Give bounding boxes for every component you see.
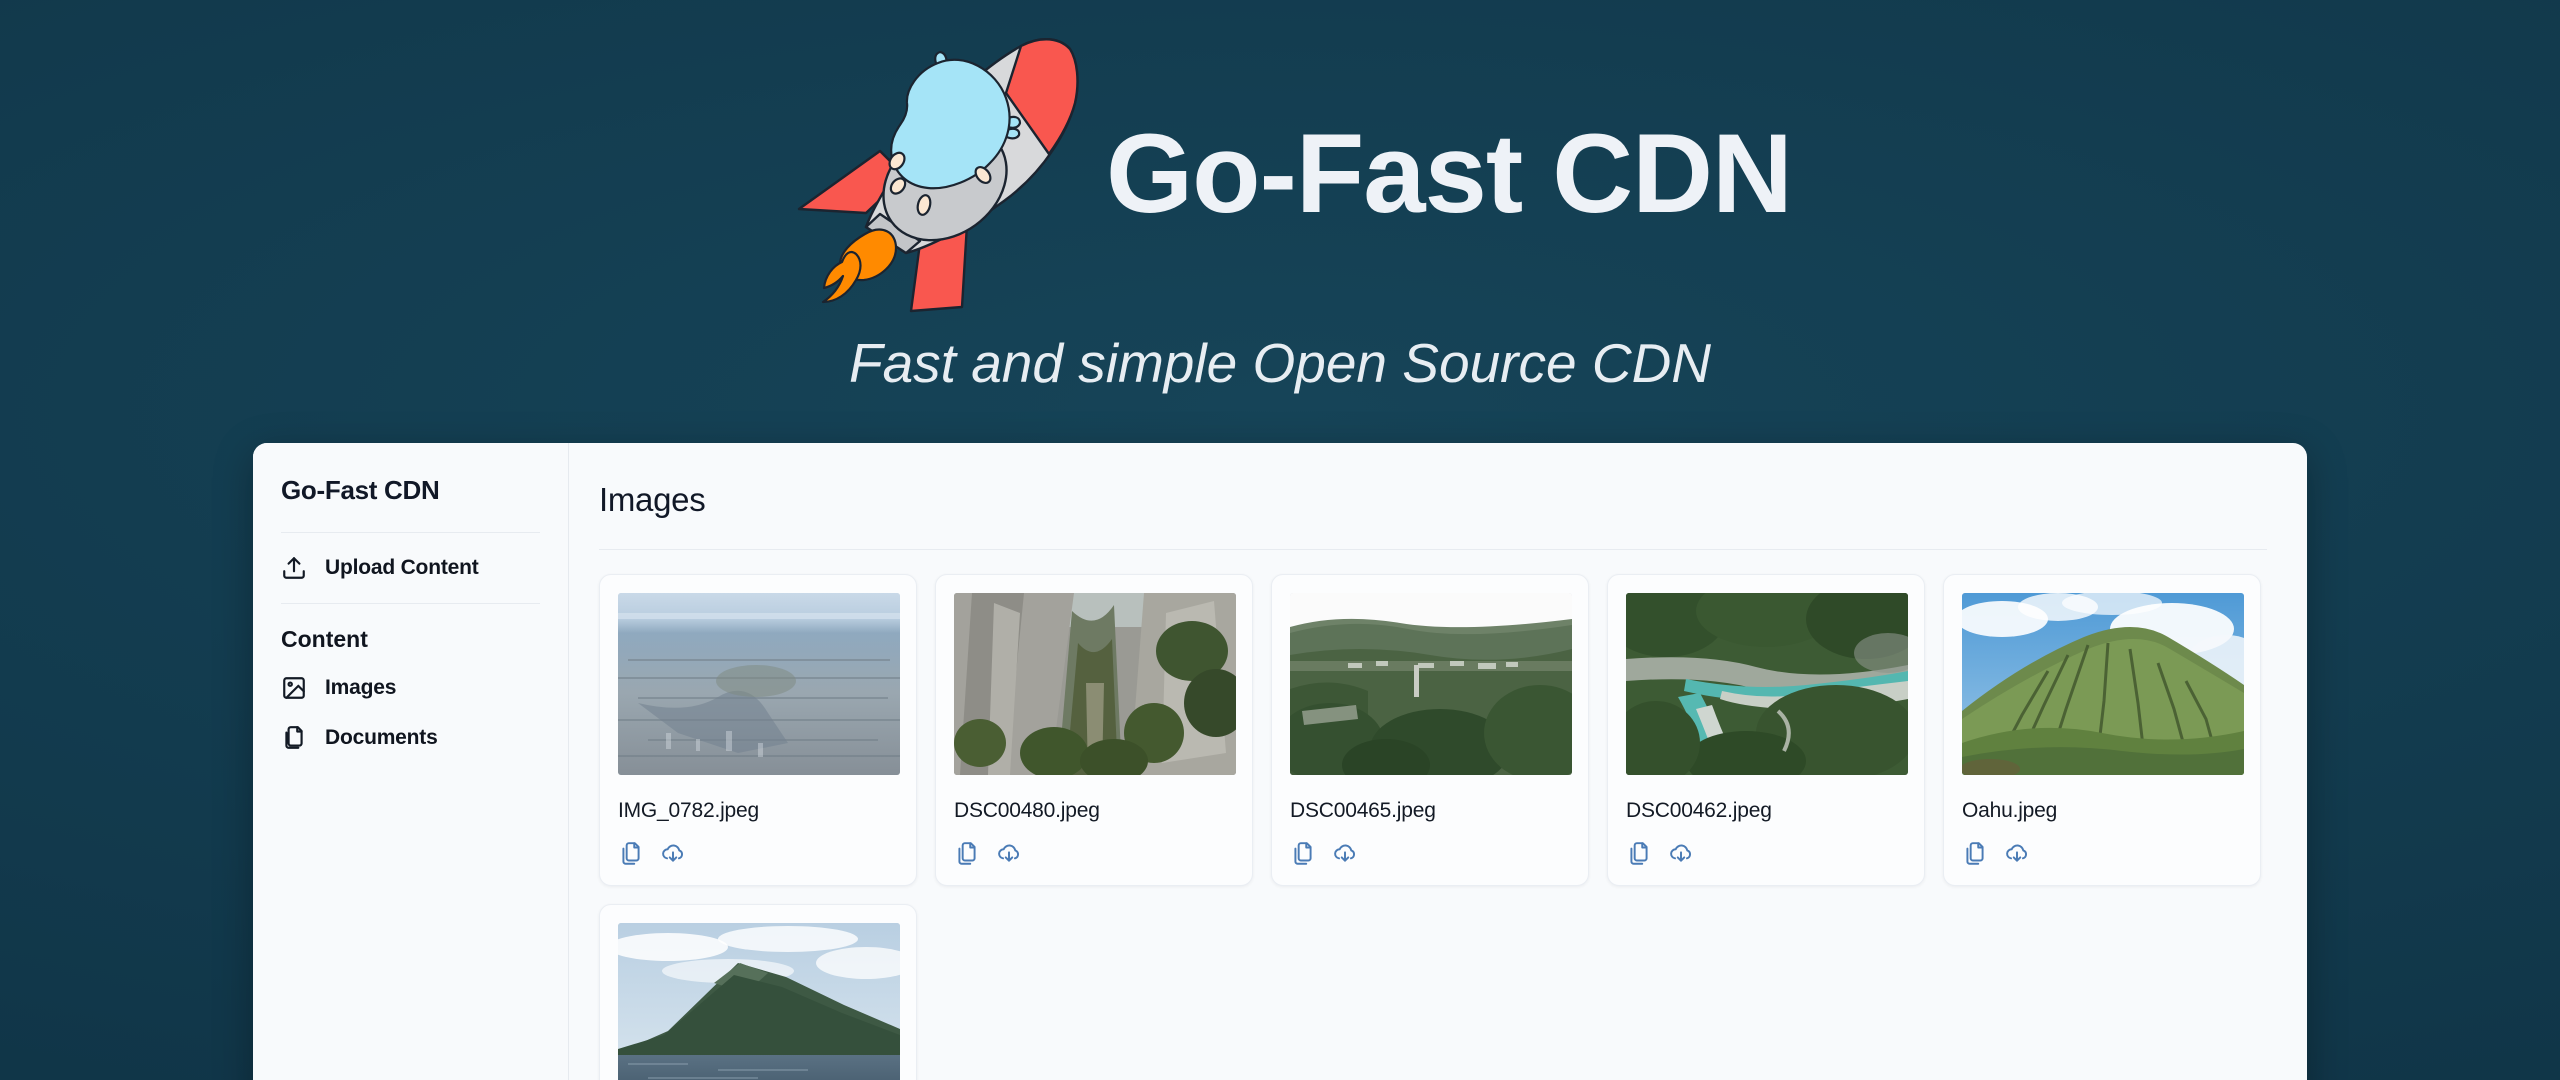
cloud-download-icon[interactable] (1332, 841, 1358, 867)
main-content: Images IMG_0782.jpeg DSC00480.jpeg DSC00… (569, 443, 2307, 1080)
image-grid: IMG_0782.jpeg DSC00480.jpeg DSC00465.jpe… (599, 550, 2267, 1080)
sidebar-brand: Go-Fast CDN (281, 443, 540, 533)
thumbnail-green-hills (1290, 593, 1572, 775)
cloud-download-icon[interactable] (996, 841, 1022, 867)
image-card[interactable]: DSC00465.jpeg (1271, 574, 1589, 886)
image-icon (281, 675, 307, 701)
sidebar-item-images-label: Images (325, 676, 397, 699)
copy-icon[interactable] (618, 841, 644, 867)
sidebar-item-images[interactable]: Images (281, 663, 540, 713)
cloud-download-icon[interactable] (660, 841, 686, 867)
image-filename: Oahu.jpeg (1962, 799, 2058, 822)
card-actions (1962, 841, 2242, 867)
image-card[interactable]: DSC00462.jpeg (1607, 574, 1925, 886)
brand-subtitle: Fast and simple Open Source CDN (848, 332, 1712, 394)
thumbnail-turquoise-river (1626, 593, 1908, 775)
copy-icon[interactable] (1290, 841, 1316, 867)
thumbnail-green-volcano (1962, 593, 2244, 775)
sidebar-item-documents[interactable]: Documents (281, 713, 540, 763)
brand-title: Go-Fast CDN (1106, 111, 1793, 236)
thumbnail-limestone-gorge (954, 593, 1236, 775)
card-actions (1626, 841, 1906, 867)
image-filename: DSC00462.jpeg (1626, 799, 1772, 822)
hero-section: Go-Fast CDN Fast and simple Open Source … (0, 0, 2560, 391)
cloud-download-icon[interactable] (2004, 841, 2030, 867)
documents-icon (281, 725, 307, 751)
card-actions (954, 841, 1234, 867)
sidebar-item-upload-content[interactable]: Upload Content (281, 533, 540, 604)
sidebar-item-documents-label: Documents (325, 726, 438, 749)
copy-icon[interactable] (954, 841, 980, 867)
cloud-download-icon[interactable] (1668, 841, 1694, 867)
copy-icon[interactable] (1626, 841, 1652, 867)
page-title: Images (599, 443, 2267, 550)
app-panel: Go-Fast CDN Upload Content Content Image… (253, 443, 2307, 1080)
image-filename: IMG_0782.jpeg (618, 799, 759, 822)
card-actions (618, 841, 898, 867)
rocket-icon (768, 8, 1088, 328)
image-filename: DSC00465.jpeg (1290, 799, 1436, 822)
image-card[interactable]: Oahu.jpeg (1943, 574, 2261, 886)
image-card[interactable]: DSC00480.jpeg (935, 574, 1253, 886)
image-card[interactable] (599, 904, 917, 1080)
image-card[interactable]: IMG_0782.jpeg (599, 574, 917, 886)
thumbnail-aerial-city (618, 593, 900, 775)
sidebar-section-content: Content (281, 626, 368, 652)
thumbnail-lake-mountain (618, 923, 900, 1080)
card-actions (1290, 841, 1570, 867)
sidebar-item-upload-label: Upload Content (325, 556, 479, 579)
sidebar: Go-Fast CDN Upload Content Content Image… (253, 443, 569, 1080)
upload-icon (281, 555, 307, 581)
image-filename: DSC00480.jpeg (954, 799, 1100, 822)
copy-icon[interactable] (1962, 841, 1988, 867)
